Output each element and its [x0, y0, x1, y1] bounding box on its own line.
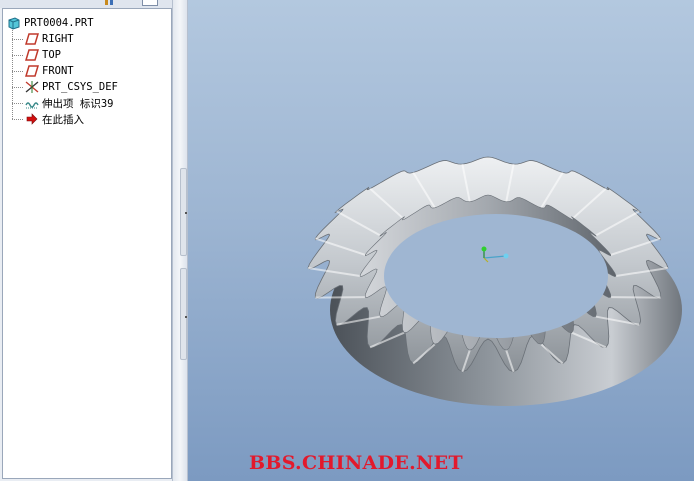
tree-connector — [12, 39, 23, 40]
tree-item-label: 伸出项 标识39 — [42, 97, 114, 110]
tree-connector — [12, 55, 23, 56]
tree-root-part[interactable]: PRT0004.PRT — [7, 15, 94, 31]
gear-model — [307, 156, 682, 406]
tree-item-right[interactable]: RIGHT — [25, 31, 74, 47]
datum-plane-icon — [25, 49, 39, 61]
settings-icon[interactable] — [104, 0, 118, 5]
tree-connector — [12, 87, 23, 88]
tree-item-csys[interactable]: PRT_CSYS_DEF — [25, 79, 118, 95]
show-icon[interactable] — [142, 0, 158, 6]
tree-connector — [12, 119, 23, 120]
tree-item-insert-here[interactable]: 在此插入 — [25, 111, 84, 127]
coordinate-system-icon — [25, 81, 39, 93]
splitter-grip — [185, 316, 187, 318]
tree-item-label: PRT_CSYS_DEF — [42, 81, 118, 93]
splitter-handle-lower[interactable] — [180, 268, 187, 360]
gear-bore-opening — [384, 214, 608, 338]
datum-plane-icon — [25, 33, 39, 45]
tree-connector — [12, 71, 23, 72]
datum-plane-icon — [25, 65, 39, 77]
splitter-grip — [185, 212, 187, 214]
tree-item-top[interactable]: TOP — [25, 47, 61, 63]
tree-root-label: PRT0004.PRT — [24, 17, 94, 29]
model-tree-panel: PRT0004.PRT RIGHT TOP FRONT PRT_CSYS_DEF — [2, 8, 172, 479]
tree-item-label: TOP — [42, 49, 61, 61]
bevel-gear-ring — [307, 156, 682, 406]
tree-item-front[interactable]: FRONT — [25, 63, 74, 79]
protrusion-feature-icon — [25, 102, 39, 109]
tree-item-protrusion[interactable]: 伸出项 标识39 — [25, 95, 113, 111]
graphics-viewport[interactable] — [188, 0, 694, 481]
tree-item-label: RIGHT — [42, 33, 74, 45]
tree-item-label: FRONT — [42, 65, 74, 77]
tree-item-label: 在此插入 — [42, 113, 84, 126]
watermark-text: BBS.CHINADE.NET — [249, 452, 463, 474]
insert-here-arrow-icon — [26, 113, 38, 125]
part-icon — [8, 17, 20, 30]
tree-connector — [12, 103, 23, 104]
toolbar-strip — [0, 0, 188, 8]
